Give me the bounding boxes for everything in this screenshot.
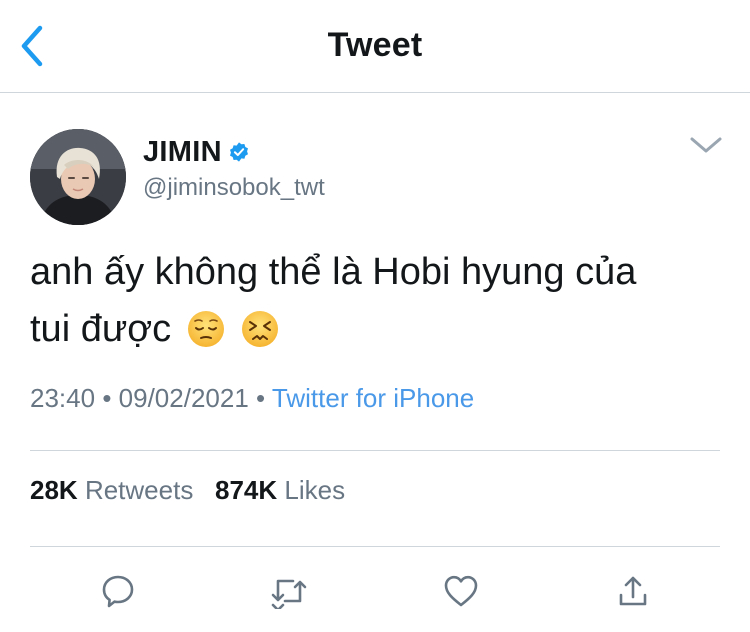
share-button[interactable] [608,566,658,616]
tweet-source-link[interactable]: Twitter for iPhone [272,383,474,413]
author-name: JIMIN [143,135,222,168]
likes-count: 874K [215,475,278,505]
avatar[interactable] [30,129,126,225]
tweet-text-line: anh ấy không thể là Hobi hyung của [30,251,637,293]
avatar-image [30,129,126,225]
reply-icon [102,575,134,608]
divider [30,546,720,547]
tweet-text: anh ấy không thể là Hobi hyung của tui đ… [30,244,720,358]
tweet-date: 09/02/2021 [118,383,249,413]
nav-header: Tweet [0,0,750,93]
likes-label: Likes [284,475,346,505]
tweet-menu-button[interactable] [686,128,726,162]
tweet-text-line: tui được [30,301,720,358]
author-name-row[interactable]: JIMIN [143,133,250,171]
tweet-time: 23:40 [30,383,96,413]
meta-separator: • [102,383,112,413]
tweet-detail-screen: Tweet JIMIN @jiminsobok_twt anh ấy không… [0,0,750,632]
tweet-text-fragment: tui được [30,308,172,350]
page-title: Tweet [327,26,423,64]
retweets-stat[interactable]: 28K Retweets [30,475,201,505]
chevron-down-icon [690,137,722,153]
persevering-face-emoji-icon [242,311,279,347]
author-handle[interactable]: @jiminsobok_twt [143,174,325,202]
tweet-meta: 23:40 • 09/02/2021 • Twitter for iPhone [30,383,474,414]
tweet-stats: 28K Retweets 874K Likes [30,475,345,506]
share-icon [619,576,647,606]
likes-stat[interactable]: 874K Likes [215,475,345,505]
meta-separator: • [256,383,266,413]
retweet-button[interactable] [264,566,314,616]
verified-badge-icon [229,142,248,162]
retweets-label: Retweets [84,475,194,505]
pensive-face-emoji-icon [187,311,224,347]
retweets-count: 28K [30,475,78,505]
like-button[interactable] [436,566,486,616]
heart-icon [444,575,478,607]
reply-button[interactable] [93,566,143,616]
divider [30,450,720,451]
retweet-icon [271,579,307,609]
